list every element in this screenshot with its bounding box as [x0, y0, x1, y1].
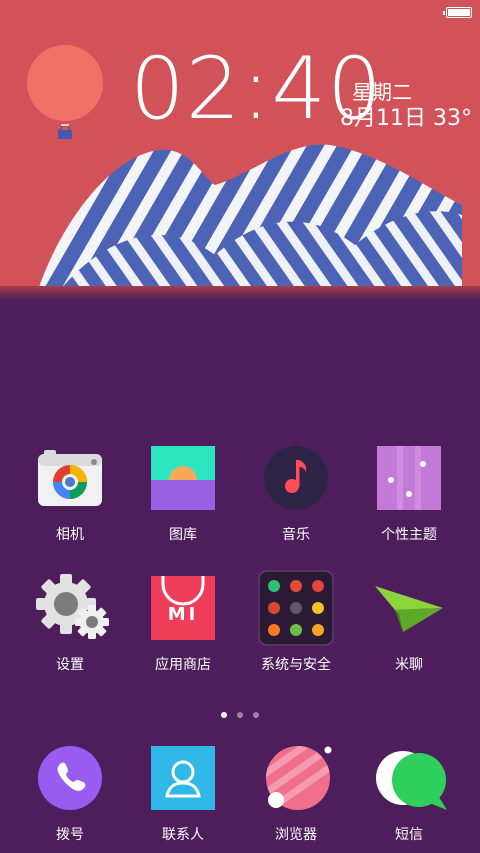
svg-text:MI: MI — [168, 604, 199, 625]
balloon-sun-graphic — [27, 45, 103, 121]
battery-icon — [443, 7, 472, 18]
app-music[interactable]: 音乐 — [236, 446, 356, 544]
gear-icon — [36, 574, 109, 640]
page-dot[interactable] — [237, 712, 243, 718]
messages-icon — [376, 746, 447, 810]
camera-icon — [38, 446, 102, 510]
dock-contacts[interactable]: 联系人 — [123, 746, 243, 844]
dock-messages[interactable]: 短信 — [349, 746, 469, 844]
app-themes[interactable]: 个性主题 — [349, 446, 469, 544]
app-miliao[interactable]: 米聊 — [349, 576, 469, 674]
folder-system-security[interactable]: 系统与安全 — [236, 570, 356, 674]
app-label: 浏览器 — [275, 827, 317, 843]
striped-mountains-graphic — [38, 144, 462, 290]
app-camera[interactable]: 相机 — [10, 446, 130, 544]
paper-plane-icon — [375, 576, 443, 640]
page-dot[interactable] — [221, 712, 227, 718]
wallpaper-header: 02:40 星期二 8月11日 33° — [0, 0, 480, 300]
dock-dialer[interactable]: 拨号 — [10, 746, 130, 844]
app-label: 相机 — [56, 527, 84, 543]
app-store[interactable]: MI 应用商店 — [123, 576, 243, 674]
folder-icon — [258, 570, 334, 646]
page-indicator[interactable] — [216, 703, 264, 722]
app-label: 音乐 — [282, 527, 310, 543]
app-label: 个性主题 — [381, 527, 437, 543]
app-label: 米聊 — [395, 657, 423, 673]
music-icon — [264, 446, 328, 510]
gallery-icon — [151, 446, 215, 510]
app-label: 拨号 — [56, 827, 84, 843]
app-gallery[interactable]: 图库 — [123, 446, 243, 544]
app-label: 联系人 — [162, 827, 204, 843]
header-divider — [0, 286, 480, 300]
phone-icon — [38, 746, 102, 810]
app-label: 应用商店 — [155, 657, 211, 673]
page-dot[interactable] — [253, 712, 259, 718]
app-settings[interactable]: 设置 — [10, 574, 130, 674]
app-label: 设置 — [56, 657, 84, 673]
app-store-icon: MI — [151, 576, 215, 640]
date-temperature[interactable]: 8月11日 33° — [340, 100, 472, 132]
app-label: 图库 — [169, 527, 197, 543]
app-label: 系统与安全 — [261, 657, 331, 673]
app-label: 短信 — [395, 827, 423, 843]
browser-icon — [264, 746, 332, 810]
contacts-icon — [151, 746, 215, 810]
themes-icon — [377, 446, 441, 510]
dock-browser[interactable]: 浏览器 — [236, 746, 356, 844]
